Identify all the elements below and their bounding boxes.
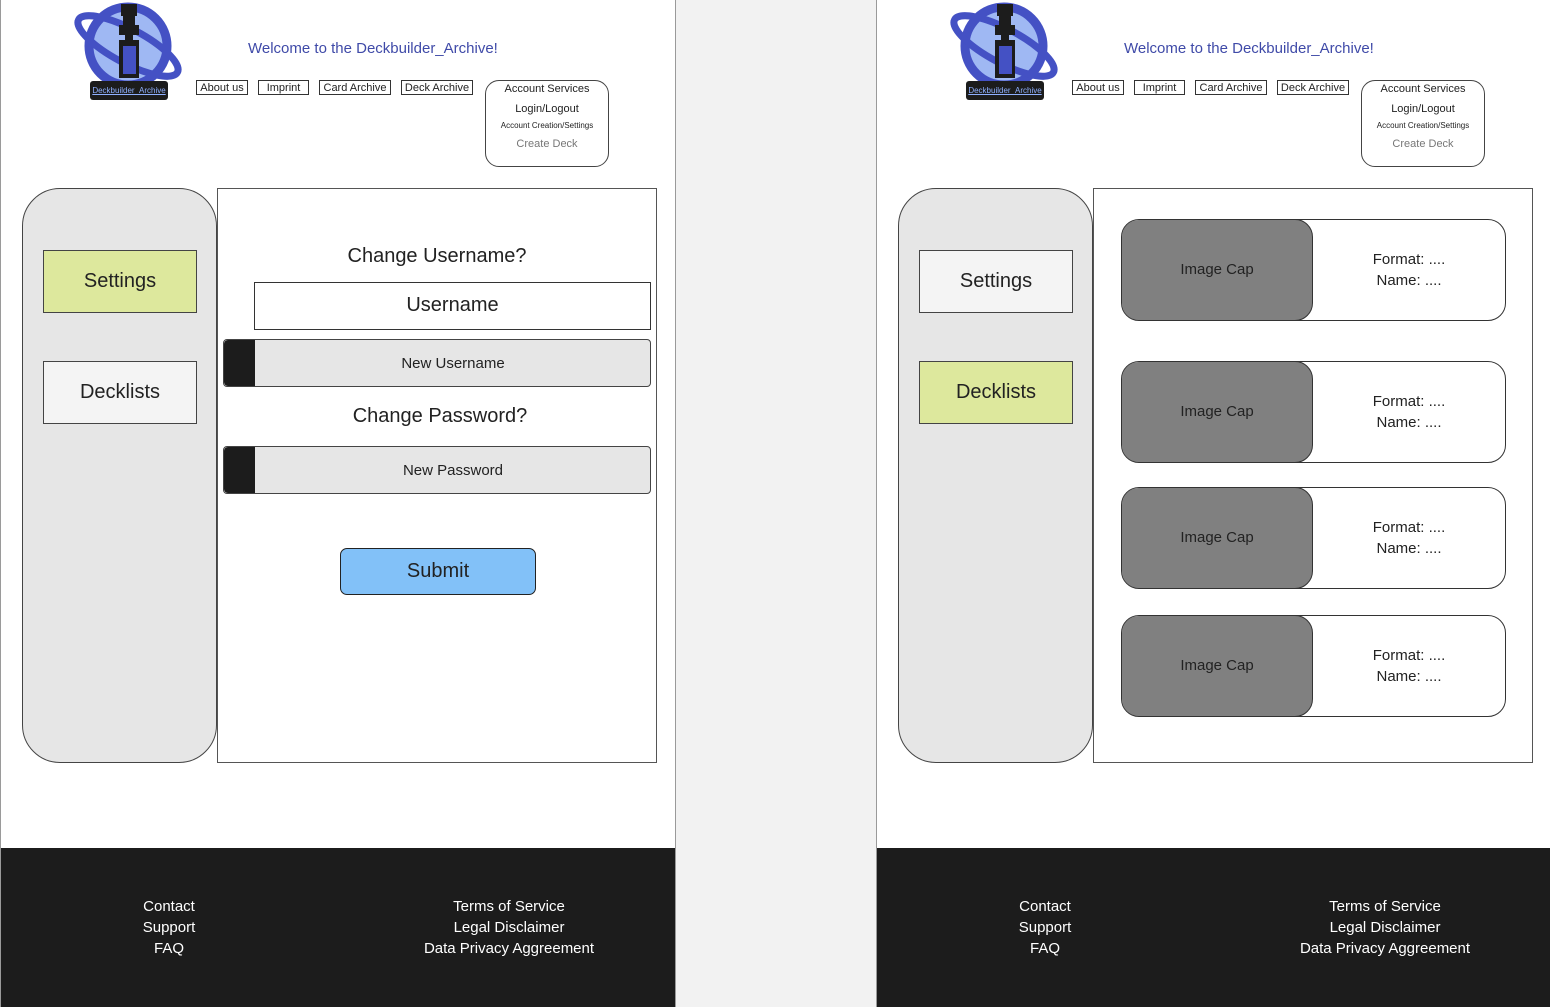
deck-card[interactable]: Image Cap Format: .... Name: .... <box>1121 219 1506 321</box>
footer: Contact Support FAQ Terms of Service Leg… <box>877 848 1550 1007</box>
account-services-menu: Account Services Login/Logout Account Cr… <box>1361 80 1485 167</box>
account-creation-link[interactable]: Account Creation/Settings <box>1362 121 1484 130</box>
sidebar: Settings Decklists <box>898 188 1093 763</box>
nav-card-archive[interactable]: Card Archive <box>319 80 391 95</box>
footer-support-links: Contact Support FAQ <box>995 896 1095 959</box>
nav-imprint[interactable]: Imprint <box>1134 80 1185 95</box>
deck-meta: Format: .... Name: .... <box>1313 249 1505 291</box>
footer-terms-link[interactable]: Terms of Service <box>409 896 609 917</box>
new-password-input[interactable] <box>255 447 650 493</box>
footer-support-links: Contact Support FAQ <box>119 896 219 959</box>
sidebar-item-settings[interactable]: Settings <box>43 250 197 313</box>
create-deck-link[interactable]: Create Deck <box>1362 138 1484 150</box>
welcome-title: Welcome to the Deckbuilder_Archive! <box>1124 40 1374 57</box>
deck-name: Name: .... <box>1376 540 1442 557</box>
settings-panel: Change Username? Username Change Passwor… <box>217 188 657 763</box>
deck-name: Name: .... <box>1376 414 1442 431</box>
deck-card[interactable]: Image Cap Format: .... Name: .... <box>1121 361 1506 463</box>
deck-image-placeholder: Image Cap <box>1122 488 1313 588</box>
footer-support-link[interactable]: Support <box>995 917 1095 938</box>
nav-deck-archive[interactable]: Deck Archive <box>401 80 473 95</box>
deck-name: Name: .... <box>1376 668 1442 685</box>
input-handle <box>224 447 255 493</box>
deck-format: Format: .... <box>1372 647 1446 664</box>
settings-page: Deckbuilder_Archive Welcome to the Deckb… <box>0 0 676 1007</box>
new-username-input[interactable] <box>255 340 650 386</box>
nav-deck-archive[interactable]: Deck Archive <box>1277 80 1349 95</box>
account-creation-link[interactable]: Account Creation/Settings <box>486 121 608 130</box>
nav-card-archive[interactable]: Card Archive <box>1195 80 1267 95</box>
deck-card[interactable]: Image Cap Format: .... Name: .... <box>1121 487 1506 589</box>
submit-button[interactable]: Submit <box>340 548 536 595</box>
footer-contact-link[interactable]: Contact <box>995 896 1095 917</box>
site-logo[interactable]: Deckbuilder_Archive <box>949 2 1061 100</box>
deck-meta: Format: .... Name: .... <box>1313 517 1505 559</box>
footer-faq-link[interactable]: FAQ <box>119 938 219 959</box>
account-services-menu: Account Services Login/Logout Account Cr… <box>485 80 609 167</box>
deck-image-placeholder: Image Cap <box>1122 220 1313 320</box>
new-username-field[interactable] <box>223 339 651 387</box>
account-services-title: Account Services <box>1380 83 1466 95</box>
footer-privacy-link[interactable]: Data Privacy Aggreement <box>409 938 609 959</box>
footer-faq-link[interactable]: FAQ <box>995 938 1095 959</box>
sidebar: Settings Decklists <box>22 188 217 763</box>
footer-terms-link[interactable]: Terms of Service <box>1285 896 1485 917</box>
login-logout-link[interactable]: Login/Logout <box>1362 103 1484 115</box>
footer: Contact Support FAQ Terms of Service Leg… <box>1 848 675 1007</box>
account-services-title: Account Services <box>504 83 590 95</box>
deck-meta: Format: .... Name: .... <box>1313 391 1505 433</box>
deck-image-placeholder: Image Cap <box>1122 616 1313 716</box>
nav-about-us[interactable]: About us <box>1072 80 1124 95</box>
nav-imprint[interactable]: Imprint <box>258 80 309 95</box>
deck-name: Name: .... <box>1376 272 1442 289</box>
login-logout-link[interactable]: Login/Logout <box>486 103 608 115</box>
footer-legal-link[interactable]: Legal Disclaimer <box>1285 917 1485 938</box>
decklist-panel: Image Cap Format: .... Name: .... Image … <box>1093 188 1533 763</box>
footer-legal-links: Terms of Service Legal Disclaimer Data P… <box>1285 896 1485 959</box>
deck-card[interactable]: Image Cap Format: .... Name: .... <box>1121 615 1506 717</box>
new-password-field[interactable] <box>223 446 651 494</box>
welcome-title: Welcome to the Deckbuilder_Archive! <box>248 40 498 57</box>
nav-about-us[interactable]: About us <box>196 80 248 95</box>
footer-legal-links: Terms of Service Legal Disclaimer Data P… <box>409 896 609 959</box>
footer-contact-link[interactable]: Contact <box>119 896 219 917</box>
footer-support-link[interactable]: Support <box>119 917 219 938</box>
site-logo[interactable]: Deckbuilder_Archive <box>73 2 185 100</box>
change-password-heading: Change Password? <box>352 405 528 427</box>
input-handle <box>224 340 255 386</box>
username-label: Username <box>254 282 651 330</box>
footer-privacy-link[interactable]: Data Privacy Aggreement <box>1285 938 1485 959</box>
deck-format: Format: .... <box>1372 251 1446 268</box>
decklists-page: Deckbuilder_Archive Welcome to the Deckb… <box>876 0 1550 1007</box>
sidebar-item-decklists[interactable]: Decklists <box>919 361 1073 424</box>
change-username-heading: Change Username? <box>347 245 527 267</box>
deck-image-placeholder: Image Cap <box>1122 362 1313 462</box>
sidebar-item-settings[interactable]: Settings <box>919 250 1073 313</box>
deck-format: Format: .... <box>1372 393 1446 410</box>
logo-caption: Deckbuilder_Archive <box>966 81 1044 100</box>
footer-legal-link[interactable]: Legal Disclaimer <box>409 917 609 938</box>
create-deck-link[interactable]: Create Deck <box>486 138 608 150</box>
sidebar-item-decklists[interactable]: Decklists <box>43 361 197 424</box>
deck-meta: Format: .... Name: .... <box>1313 645 1505 687</box>
deck-format: Format: .... <box>1372 519 1446 536</box>
logo-caption: Deckbuilder_Archive <box>90 81 168 100</box>
